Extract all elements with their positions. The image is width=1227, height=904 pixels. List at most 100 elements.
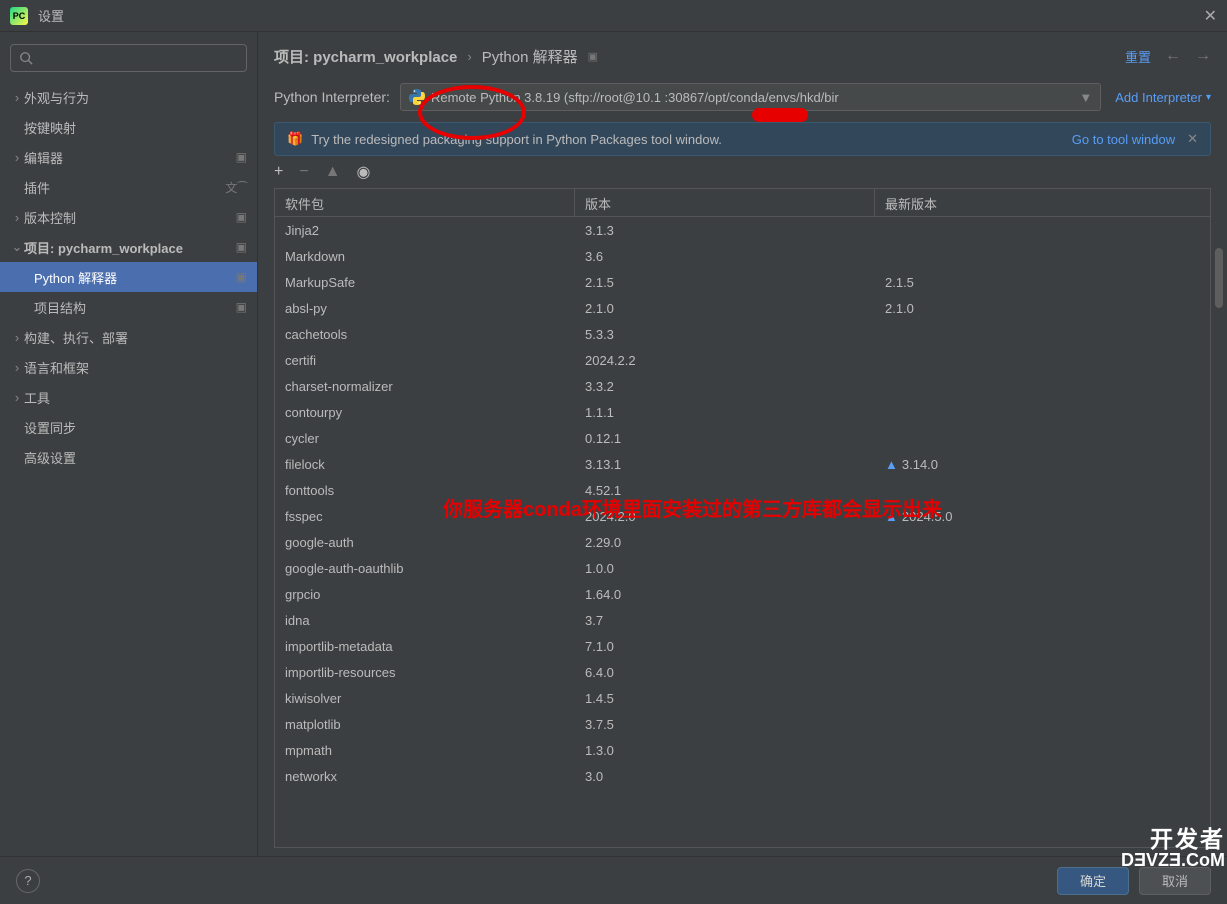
pkg-latest [875,332,1210,336]
sidebar-item-6[interactable]: Python 解释器▣ [0,262,257,292]
chevron-down-icon: ▼ [1079,90,1092,105]
table-row[interactable]: google-auth2.29.0 [275,529,1210,555]
sidebar-item-label: 项目: pycharm_workplace [24,238,236,257]
pkg-name: cachetools [275,325,575,344]
pkg-latest [875,722,1210,726]
table-row[interactable]: importlib-metadata7.1.0 [275,633,1210,659]
table-row[interactable]: grpcio1.64.0 [275,581,1210,607]
sidebar-item-label: 版本控制 [24,208,236,227]
lang-icon: 文⁀ [225,179,247,196]
sidebar-item-8[interactable]: ›构建、执行、部署 [0,322,257,352]
table-row[interactable]: certifi2024.2.2 [275,347,1210,373]
nav-back-icon[interactable]: ← [1165,47,1181,65]
chevron-icon: › [10,330,24,345]
table-row[interactable]: idna3.7 [275,607,1210,633]
remove-package-button[interactable]: − [299,163,308,181]
pkg-latest [875,254,1210,258]
pkg-name: importlib-metadata [275,637,575,656]
window-title: 设置 [38,6,64,25]
interpreter-value: Remote Python 3.8.19 (sftp://root@10.1 :… [431,90,839,105]
table-row[interactable]: Markdown3.6 [275,243,1210,269]
sidebar-item-9[interactable]: ›语言和框架 [0,352,257,382]
sidebar-item-label: 外观与行为 [24,88,247,107]
show-early-button[interactable]: ◉ [357,162,371,182]
table-row[interactable]: networkx3.0 [275,763,1210,789]
sidebar-item-5[interactable]: ⌄项目: pycharm_workplace▣ [0,232,257,262]
table-row[interactable]: mpmath1.3.0 [275,737,1210,763]
pkg-name: contourpy [275,403,575,422]
upgrade-package-button[interactable]: ▲ [325,163,341,181]
pkg-version: 3.0 [575,767,875,786]
sidebar-item-7[interactable]: 项目结构▣ [0,292,257,322]
sidebar: ›外观与行为按键映射›编辑器▣插件文⁀›版本控制▣⌄项目: pycharm_wo… [0,32,258,856]
reset-link[interactable]: 重置 [1125,47,1151,66]
nav-forward-icon[interactable]: → [1195,47,1211,65]
update-arrow-icon: ▲ [885,457,898,472]
sidebar-item-4[interactable]: ›版本控制▣ [0,202,257,232]
add-interpreter-link[interactable]: Add Interpreter▾ [1115,90,1211,105]
sidebar-item-label: 项目结构 [34,298,236,317]
table-row[interactable]: matplotlib3.7.5 [275,711,1210,737]
pkg-latest: 2.1.0 [875,299,1210,318]
scrollbar[interactable] [1215,248,1225,806]
search-input[interactable] [10,44,247,72]
col-latest[interactable]: 最新版本 [875,189,1210,216]
package-toolbar: + − ▲ ◉ [258,156,1227,188]
pkg-version: 1.3.0 [575,741,875,760]
table-row[interactable]: absl-py2.1.02.1.0 [275,295,1210,321]
table-row[interactable]: Jinja23.1.3 [275,217,1210,243]
close-icon[interactable]: ✕ [1204,6,1217,26]
breadcrumb-page: Python 解释器 [482,46,578,67]
ok-button[interactable]: 确定 [1057,867,1129,895]
sidebar-item-10[interactable]: ›工具 [0,382,257,412]
pkg-version: 3.13.1 [575,455,875,474]
pkg-name: absl-py [275,299,575,318]
sidebar-item-0[interactable]: ›外观与行为 [0,82,257,112]
pkg-version: 4.52.1 [575,481,875,500]
chevron-icon: › [10,390,24,405]
pkg-name: fonttools [275,481,575,500]
table-row[interactable]: cachetools5.3.3 [275,321,1210,347]
table-row[interactable]: importlib-resources6.4.0 [275,659,1210,685]
table-row[interactable]: cycler0.12.1 [275,425,1210,451]
breadcrumb-project: 项目: pycharm_workplace [274,46,457,67]
sidebar-item-label: 高级设置 [24,448,247,467]
banner: 🎁 Try the redesigned packaging support i… [274,122,1211,156]
pkg-name: importlib-resources [275,663,575,682]
banner-link[interactable]: Go to tool window [1072,132,1175,147]
table-row[interactable]: kiwisolver1.4.5 [275,685,1210,711]
pkg-name: kiwisolver [275,689,575,708]
table-row[interactable]: charset-normalizer3.3.2 [275,373,1210,399]
table-row[interactable]: filelock3.13.1▲3.14.0 [275,451,1210,477]
sidebar-item-12[interactable]: 高级设置 [0,442,257,472]
table-row[interactable]: google-auth-oauthlib1.0.0 [275,555,1210,581]
sidebar-item-2[interactable]: ›编辑器▣ [0,142,257,172]
pkg-name: networkx [275,767,575,786]
pkg-latest: 2.1.5 [875,273,1210,292]
pkg-latest [875,566,1210,570]
pkg-version: 1.1.1 [575,403,875,422]
pkg-latest [875,618,1210,622]
sidebar-item-label: 构建、执行、部署 [24,328,247,347]
add-package-button[interactable]: + [274,163,283,181]
cancel-button[interactable]: 取消 [1139,867,1211,895]
pkg-version: 3.7.5 [575,715,875,734]
sidebar-item-11[interactable]: 设置同步 [0,412,257,442]
col-package[interactable]: 软件包 [275,189,575,216]
pkg-latest [875,696,1210,700]
sidebar-item-3[interactable]: 插件文⁀ [0,172,257,202]
pkg-version: 3.6 [575,247,875,266]
box-icon: ▣ [236,150,247,164]
pkg-version: 1.64.0 [575,585,875,604]
help-button[interactable]: ? [16,869,40,893]
update-arrow-icon: ▲ [885,509,898,524]
banner-close-icon[interactable]: ✕ [1187,131,1198,147]
table-row[interactable]: fonttools4.52.1 [275,477,1210,503]
sidebar-item-1[interactable]: 按键映射 [0,112,257,142]
table-row[interactable]: MarkupSafe2.1.52.1.5 [275,269,1210,295]
interpreter-dropdown[interactable]: Remote Python 3.8.19 (sftp://root@10.1 :… [400,83,1101,111]
table-row[interactable]: contourpy1.1.1 [275,399,1210,425]
pkg-version: 3.7 [575,611,875,630]
table-row[interactable]: fsspec2024.2.0▲2024.5.0 [275,503,1210,529]
col-version[interactable]: 版本 [575,189,875,216]
